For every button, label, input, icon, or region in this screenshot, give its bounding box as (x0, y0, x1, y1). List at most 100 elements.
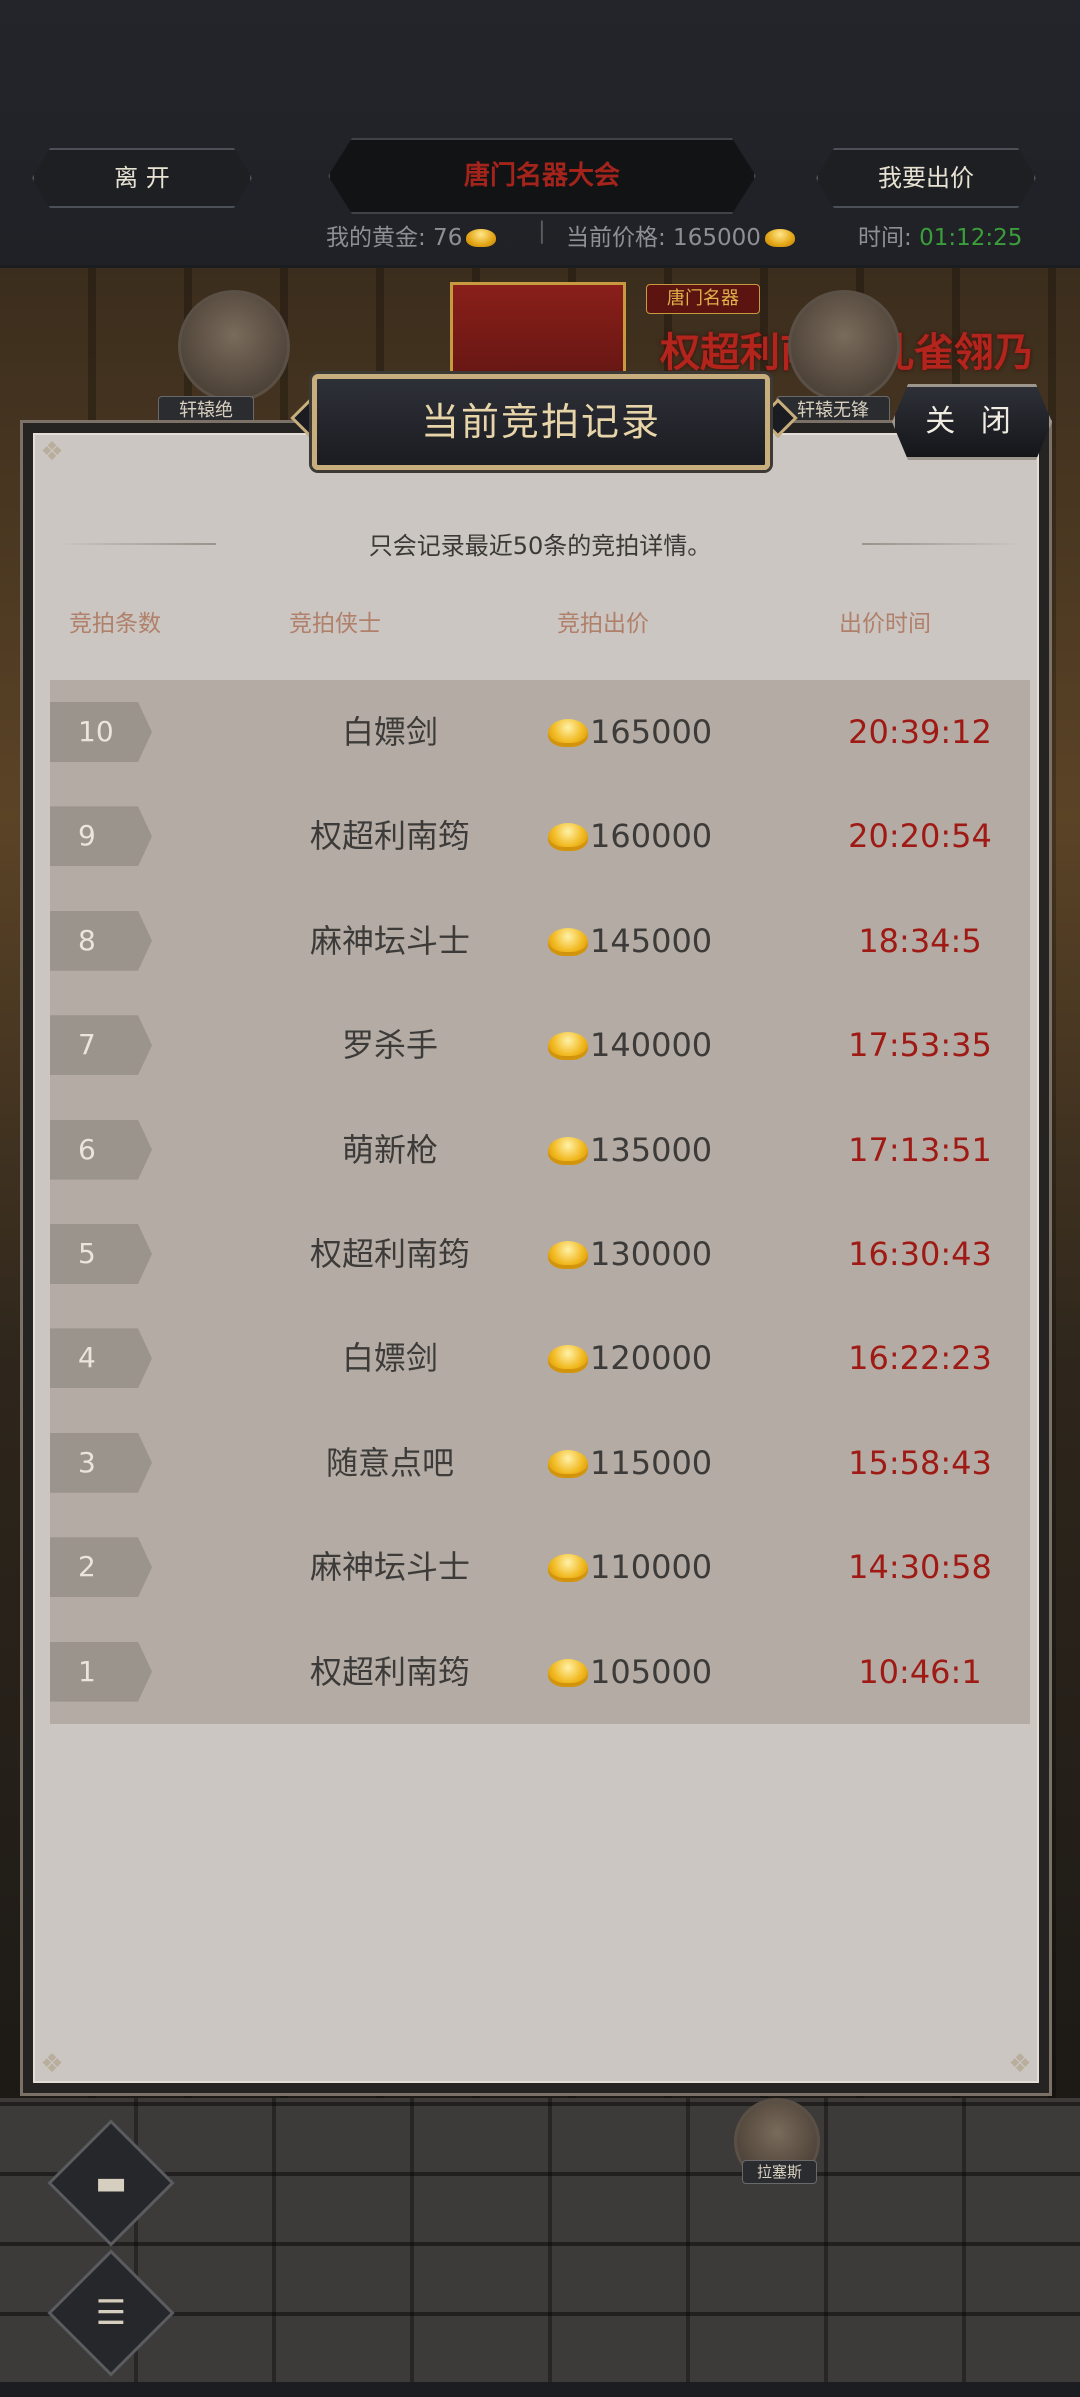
bidder-name: 白嫖剑 (341, 713, 438, 751)
corner-ornament-icon: ❖ (1008, 2049, 1032, 2079)
player-plate-bottom: 拉塞斯 (742, 2160, 818, 2184)
close-button[interactable]: 关 闭 (892, 384, 1052, 460)
banner-label: 唐门名器 (646, 284, 760, 314)
gold-ingot-icon (548, 1449, 588, 1478)
col-header-time: 出价时间 (839, 611, 931, 637)
countdown: 时间: 01:12:25 (858, 218, 1022, 252)
bid-price-value: 160000 (590, 817, 713, 856)
countdown-label: 时间: (858, 225, 920, 251)
bid-time: 16:30:43 (848, 1235, 992, 1273)
gold-ingot-icon (548, 1241, 588, 1269)
bid-time: 17:13:51 (848, 1130, 992, 1169)
dialog-title-plate: 当前竞拍记录 (312, 374, 770, 470)
gold-ingot-icon (548, 1554, 588, 1583)
bid-price: 110000 (548, 1515, 768, 1619)
rank-badge: 4 (50, 1328, 152, 1389)
chat-icon: ☰ (95, 2293, 127, 2333)
current-price: 当前价格: 165000 (566, 218, 795, 252)
gold-ingot-icon (548, 1136, 588, 1165)
bid-price-value: 165000 (590, 713, 713, 751)
col-header-bidder: 竞拍侠士 (289, 611, 381, 637)
bid-price-value: 140000 (590, 1026, 713, 1065)
gold-ingot-icon (466, 229, 497, 247)
bid-time: 10:46:1 (858, 1652, 982, 1691)
bid-price-value: 110000 (590, 1548, 713, 1587)
bidder-name: 麻神坛斗士 (309, 1548, 470, 1587)
bid-price: 135000 (548, 1098, 768, 1202)
dialog-title: 当前竞拍记录 (420, 400, 661, 444)
bid-time: 14:30:58 (848, 1548, 992, 1587)
bidder-name: 权超利南筠 (309, 1652, 470, 1691)
my-gold: 我的黄金: 76 (326, 218, 497, 252)
ingot-icon: ▬ (94, 2163, 128, 2203)
rank-badge: 1 (50, 1641, 152, 1702)
bidder-name: 随意点吧 (325, 1443, 454, 1482)
bid-time: 16:22:23 (848, 1339, 992, 1378)
bid-price-value: 115000 (590, 1443, 713, 1482)
gold-ingot-icon (548, 1032, 588, 1061)
bidder-name: 权超利南筠 (309, 817, 470, 856)
bidder-name: 白嫖剑 (341, 1339, 438, 1378)
bid-price-value: 105000 (590, 1652, 713, 1691)
bidder-name: 麻神坛斗士 (309, 921, 470, 960)
table-row: 3 随意点吧 115000 15:58:43 (50, 1411, 1030, 1515)
table-row: 2 麻神坛斗士 110000 14:30:58 (50, 1515, 1030, 1619)
table-row: 1 权超利南筠 105000 10:46:1 (50, 1620, 1030, 1724)
bid-price: 120000 (548, 1306, 768, 1410)
gold-ingot-icon (764, 229, 795, 247)
hud-divider: | (538, 218, 546, 244)
gold-ingot-icon (548, 1345, 588, 1374)
rank-badge: 8 (50, 910, 152, 971)
table-row: 8 麻神坛斗士 145000 18:34:5 (50, 889, 1030, 993)
avatar (788, 290, 900, 402)
bid-time: 18:34:5 (858, 921, 982, 960)
gold-ingot-icon (548, 1658, 588, 1687)
my-gold-text: 我的黄金: 76 (326, 225, 463, 251)
bid-price: 115000 (548, 1411, 768, 1515)
bid-time: 20:20:54 (848, 817, 992, 856)
bidder-name: 萌新枪 (341, 1130, 438, 1169)
table-row: 6 萌新枪 135000 17:13:51 (50, 1098, 1030, 1202)
rank-badge: 5 (50, 1224, 152, 1284)
col-header-rank: 竞拍条数 (69, 611, 161, 637)
table-row: 5 权超利南筠 130000 16:30:43 (50, 1202, 1030, 1306)
event-title: 唐门名器大会 (328, 138, 756, 214)
bidder-name: 权超利南筠 (309, 1235, 470, 1273)
avatar (178, 290, 290, 402)
bid-time: 17:53:35 (848, 1026, 992, 1065)
col-header-price: 竞拍出价 (557, 611, 649, 637)
gold-ingot-icon (548, 719, 588, 747)
rank-badge: 3 (50, 1432, 152, 1493)
bid-price: 140000 (548, 993, 768, 1097)
notice-text: 只会记录最近50条的竞拍详情。 (368, 532, 712, 560)
bid-time: 15:58:43 (848, 1443, 992, 1482)
rank-badge: 10 (50, 702, 152, 762)
table-row: 9 权超利南筠 160000 20:20:54 (50, 784, 1030, 888)
bidder-name: 罗杀手 (341, 1026, 438, 1065)
bid-price-value: 135000 (590, 1130, 713, 1169)
bid-price: 105000 (548, 1620, 768, 1724)
corner-ornament-icon: ❖ (40, 2049, 64, 2079)
bid-price: 130000 (548, 1202, 768, 1306)
bid-time: 20:39:12 (848, 713, 992, 751)
countdown-value: 01:12:25 (919, 225, 1023, 251)
bottom-wall (0, 2098, 1080, 2382)
rank-badge: 9 (50, 806, 152, 867)
rank-badge: 7 (50, 1015, 152, 1076)
table-row: 10 白嫖剑 165000 20:39:12 (50, 680, 1030, 784)
corner-ornament-icon: ❖ (40, 437, 64, 467)
gold-ingot-icon (548, 927, 588, 956)
bid-price: 145000 (548, 889, 768, 993)
place-bid-button[interactable]: 我要出价 (816, 148, 1036, 208)
rank-badge: 2 (50, 1537, 152, 1598)
rank-badge: 6 (50, 1119, 152, 1180)
current-price-text: 当前价格: 165000 (566, 225, 761, 251)
table-row: 4 白嫖剑 120000 16:22:23 (50, 1306, 1030, 1410)
bid-price-value: 145000 (590, 921, 713, 960)
leave-button[interactable]: 离 开 (32, 148, 252, 208)
bid-price-value: 120000 (590, 1339, 713, 1378)
gold-ingot-icon (548, 823, 588, 852)
bid-price: 160000 (548, 784, 768, 888)
bid-price-value: 130000 (590, 1235, 713, 1273)
table-row: 7 罗杀手 140000 17:53:35 (50, 993, 1030, 1097)
